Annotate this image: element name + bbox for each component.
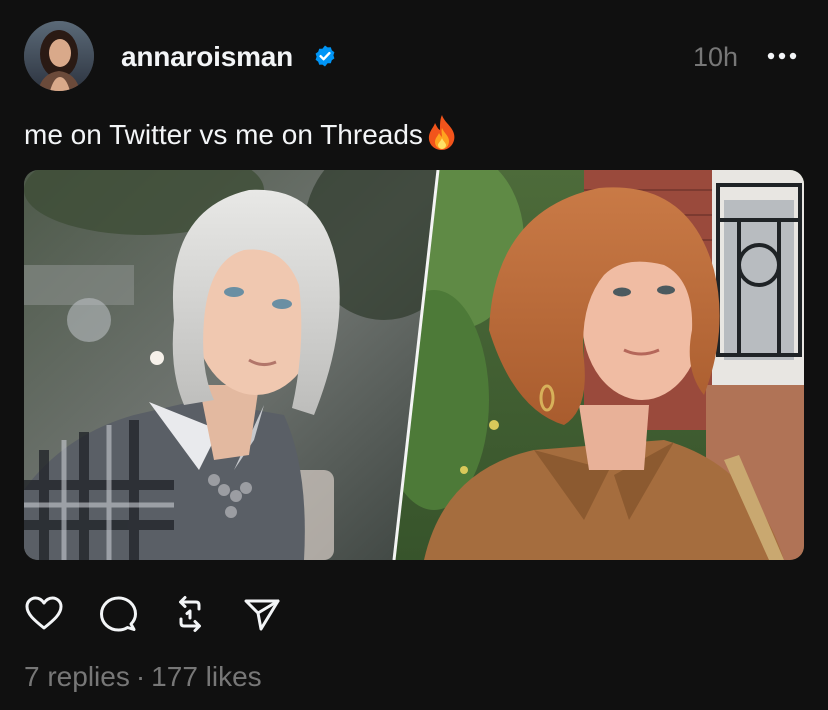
verified-badge-icon [315,45,335,67]
post-stats: 7 replies · 177 likes [24,659,262,695]
username[interactable]: annaroisman [121,39,293,75]
right-photo [394,170,804,560]
post-image [24,170,804,560]
likes-count[interactable]: 177 likes [151,661,262,692]
comment-icon[interactable] [98,594,138,634]
post-actions [24,594,324,634]
more-options-icon[interactable] [766,44,798,68]
avatar[interactable] [24,21,94,91]
caption-text: me on Twitter vs me on Threads [24,119,423,150]
replies-count[interactable]: 7 replies [24,661,130,692]
fire-emoji-icon [428,115,455,150]
post-caption: me on Twitter vs me on Threads [24,114,459,153]
heart-icon[interactable] [24,594,64,634]
left-photo [24,170,438,560]
post-media[interactable] [24,170,804,560]
stats-separator: · [135,661,146,692]
post-timestamp: 10h [692,42,738,72]
send-icon[interactable] [242,594,282,634]
avatar-image [24,21,94,91]
repost-icon[interactable] [170,594,210,634]
